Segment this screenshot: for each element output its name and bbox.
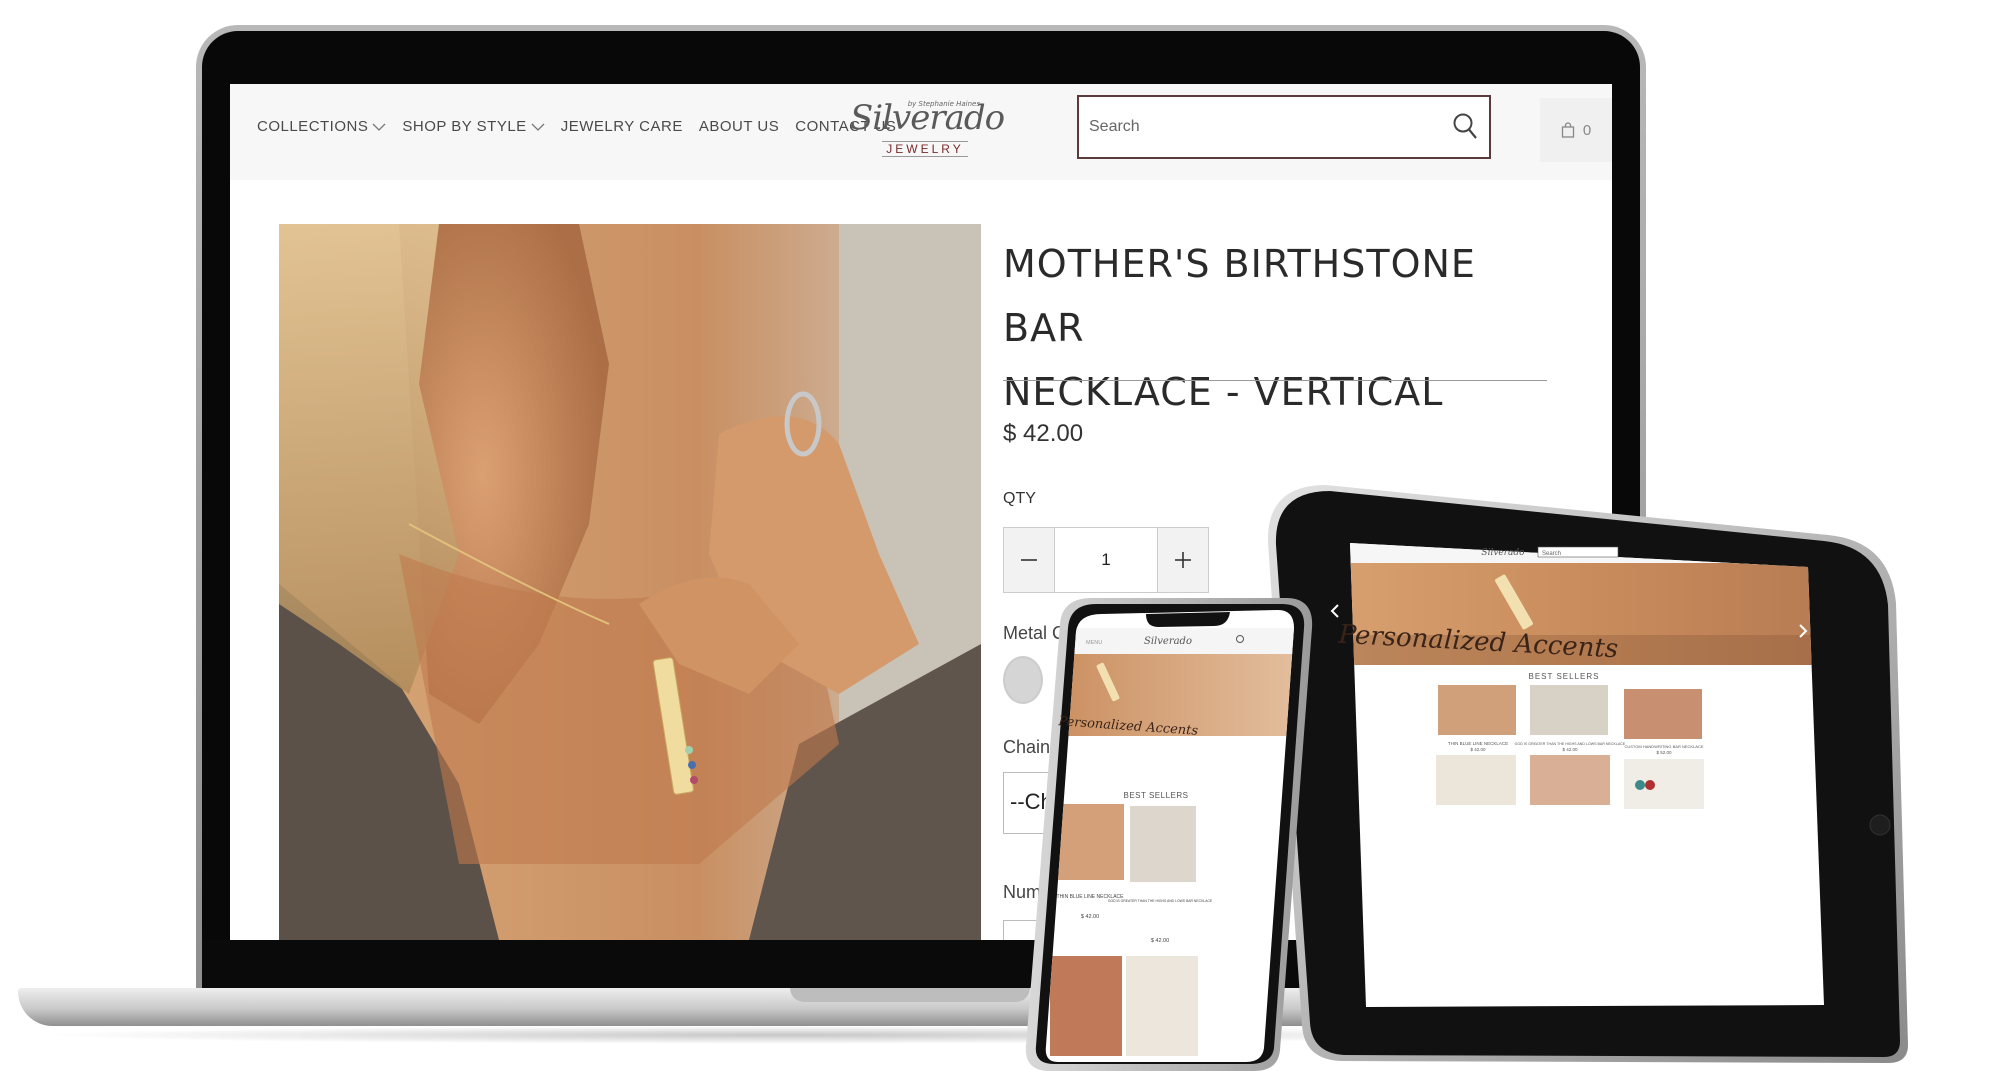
chevron-down-icon: [372, 123, 386, 131]
tablet-device: Silverado Search Personalized Accents BE…: [1268, 485, 1908, 1063]
product-title-line2: NECKLACE - VERTICAL: [1003, 370, 1444, 414]
search-input[interactable]: [1079, 97, 1419, 157]
tablet-screen: Silverado Search Personalized Accents BE…: [1330, 543, 1824, 1007]
tablet-item-name[interactable]: GOD IS GREATER THAN THE HIGHS AND LOWS B…: [1515, 742, 1626, 746]
site-header: COLLECTIONS SHOP BY STYLE JEWELRY CARE A…: [230, 84, 1612, 180]
tablet-item-price: $ 42.00: [1470, 747, 1486, 752]
product-price: $ 42.00: [1003, 420, 1084, 447]
phone-item-price: $ 42.00: [1151, 938, 1169, 944]
nav-collections[interactable]: COLLECTIONS: [257, 118, 386, 135]
divider: [1003, 380, 1547, 381]
nav-shop-by-style[interactable]: SHOP BY STYLE: [402, 118, 545, 135]
nav-label: JEWELRY CARE: [560, 118, 683, 135]
tablet-section-title: BEST SELLERS: [1529, 672, 1600, 681]
nav-label: ABOUT US: [698, 118, 780, 135]
chevron-left-icon[interactable]: [1330, 604, 1339, 618]
minus-icon: [1021, 559, 1037, 561]
plus-icon: [1175, 552, 1191, 568]
phone-section-title: BEST SELLERS: [1124, 791, 1189, 800]
phone-item-price: $ 42.00: [1081, 914, 1099, 920]
qty-increase-button[interactable]: [1158, 528, 1208, 592]
main-nav: COLLECTIONS SHOP BY STYLE JEWELRY CARE A…: [257, 118, 896, 135]
qty-label: QTY: [1003, 490, 1036, 507]
product-photo: [279, 224, 981, 940]
product-image[interactable]: [279, 224, 981, 940]
chevron-down-icon: [531, 123, 545, 131]
product-title-line1: MOTHER'S BIRTHSTONE BAR: [1003, 242, 1476, 350]
tablet-item-price: $ 52.00: [1656, 750, 1672, 755]
quantity-stepper: 1: [1003, 527, 1209, 593]
search-icon[interactable]: [1451, 111, 1479, 141]
nav-label: SHOP BY STYLE: [402, 118, 527, 135]
nav-jewelry-care[interactable]: JEWELRY CARE: [561, 118, 683, 135]
logo-byline: by Stephanie Haines: [907, 100, 980, 108]
phone-item-name[interactable]: GOD IS GREATER THAN THE HIGHS AND LOWS B…: [1108, 899, 1213, 903]
shopping-bag-icon: [1561, 122, 1574, 138]
tablet-logo: Silverado: [1481, 548, 1525, 558]
phone-menu-label[interactable]: MENU: [1086, 640, 1102, 646]
tablet-search-placeholder: Search: [1542, 551, 1561, 557]
nav-about-us[interactable]: ABOUT US: [699, 118, 779, 135]
phone-logo: Silverado: [1144, 636, 1192, 647]
qty-decrease-button[interactable]: [1004, 528, 1054, 592]
cart-count: 0: [1582, 121, 1592, 139]
product-title: MOTHER'S BIRTHSTONE BAR NECKLACE - VERTI…: [1003, 232, 1523, 424]
qty-input[interactable]: 1: [1054, 528, 1158, 592]
search-box: [1077, 95, 1491, 159]
tablet-item-name[interactable]: THIN BLUE LINE NECKLACE: [1448, 741, 1508, 746]
phone-device: MENU Silverado Personalized Accents BEST…: [1018, 598, 1314, 1071]
site-logo[interactable]: by Stephanie Haines Silverado JEWELRY: [850, 98, 1005, 164]
laptop-base-notch: [790, 988, 1030, 1002]
logo-sub: JEWELRY: [882, 141, 968, 157]
phone-frame: MENU Silverado Personalized Accents BEST…: [1025, 598, 1313, 1071]
tablet-item-name[interactable]: CUSTOM HANDWRITING BAR NECKLACE: [1624, 744, 1703, 749]
cart-button[interactable]: 0: [1540, 98, 1612, 162]
nav-label: COLLECTIONS: [257, 118, 369, 135]
tablet-item-price: $ 42.00: [1562, 747, 1578, 752]
